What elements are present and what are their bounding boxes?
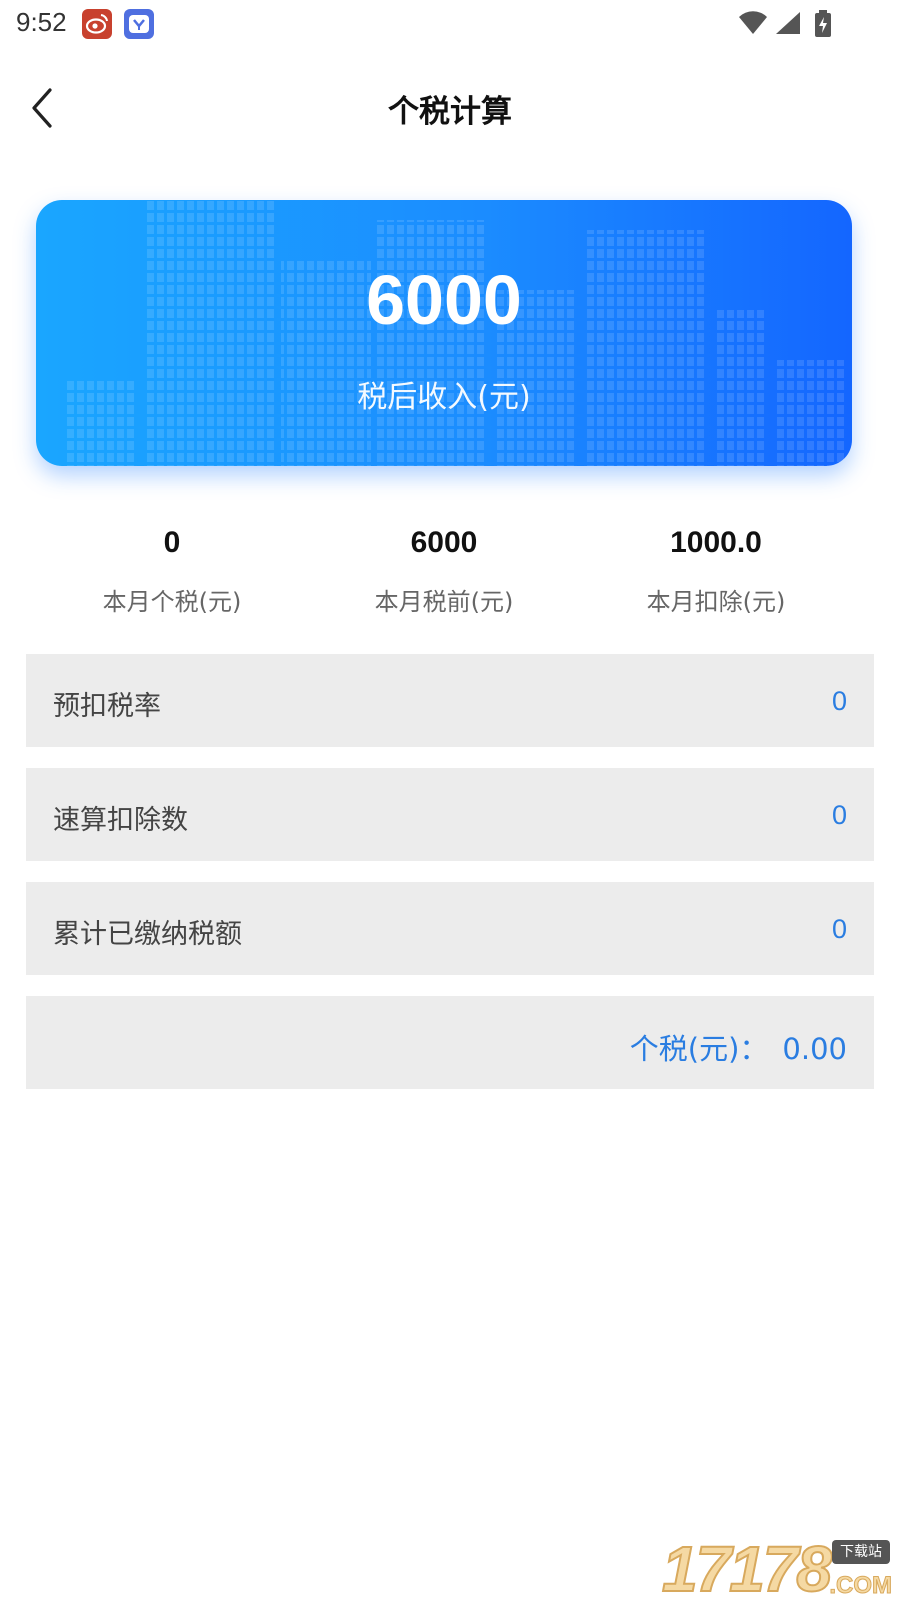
total-tax-value: 0.00 xyxy=(782,1032,847,1066)
site-watermark: 17178 下载站 .COM xyxy=(661,1530,893,1606)
after-tax-income-value: 6000 xyxy=(366,261,522,339)
battery-charging-icon xyxy=(814,10,832,42)
row-quick-deduction: 速算扣除数 0 xyxy=(26,768,874,861)
after-tax-income-label: 税后收入(元) xyxy=(357,380,531,415)
app-header: 个税计算 xyxy=(0,56,900,156)
stat-monthly-deduction: 1000.0 本月扣除(元) xyxy=(580,526,852,617)
watermark-suffix: .COM xyxy=(829,1572,893,1600)
total-tax: 个税(元)： 0.00 xyxy=(630,1026,847,1068)
stat-label: 本月税前(元) xyxy=(374,588,514,616)
row-value: 0 xyxy=(831,800,847,830)
row-label: 速算扣除数 xyxy=(53,805,188,836)
wifi-icon xyxy=(738,10,768,40)
stat-monthly-tax: 0 本月个税(元) xyxy=(36,526,308,617)
stat-monthly-pretax: 6000 本月税前(元) xyxy=(308,526,580,617)
row-label: 预扣税率 xyxy=(53,691,161,722)
status-bar: 9:52 xyxy=(0,0,900,48)
total-tax-label: 个税(元)： xyxy=(629,1032,769,1066)
row-value: 0 xyxy=(831,914,847,944)
stat-label: 本月个税(元) xyxy=(102,588,242,616)
row-withholding-rate: 预扣税率 0 xyxy=(26,654,874,747)
monthly-stats: 0 本月个税(元) 6000 本月税前(元) 1000.0 本月扣除(元) xyxy=(36,526,852,626)
row-value: 0 xyxy=(831,686,847,716)
after-tax-income-card: 6000 税后收入(元) xyxy=(36,200,852,466)
status-time: 9:52 xyxy=(16,7,67,37)
signal-icon xyxy=(774,10,802,40)
row-cumulative-paid: 累计已缴纳税额 0 xyxy=(26,882,874,975)
watermark-badge: 下载站 xyxy=(832,1540,890,1564)
weibo-icon xyxy=(82,9,112,39)
row-label: 累计已缴纳税额 xyxy=(53,919,242,950)
watermark-digits: 17178 xyxy=(661,1532,833,1606)
row-total-tax: 个税(元)： 0.00 xyxy=(26,996,874,1089)
stat-value: 1000.0 xyxy=(670,526,762,559)
stat-value: 0 xyxy=(163,526,181,559)
tax-detail-list: 预扣税率 0 速算扣除数 0 累计已缴纳税额 0 个税(元)： 0.00 xyxy=(26,654,874,1110)
app-notification-icon xyxy=(124,9,154,39)
stat-label: 本月扣除(元) xyxy=(646,588,786,616)
stat-value: 6000 xyxy=(410,526,478,559)
page-title: 个税计算 xyxy=(388,94,512,130)
